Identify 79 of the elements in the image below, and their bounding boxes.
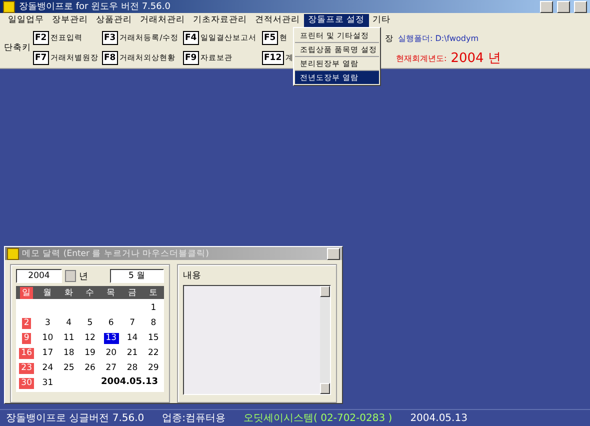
business-type: 업종:컴퓨터용 bbox=[162, 412, 226, 425]
calendar-day[interactable]: 24 bbox=[40, 362, 56, 374]
calendar-day[interactable]: 28 bbox=[124, 362, 140, 374]
calendar-day[interactable]: 3 bbox=[43, 318, 52, 328]
weekday-label: 목 bbox=[106, 286, 117, 298]
weekday-label: 금 bbox=[126, 286, 138, 298]
calendar-day[interactable]: 27 bbox=[104, 362, 119, 374]
calendar-day[interactable]: 31 bbox=[40, 378, 56, 388]
weekday-label: 토 bbox=[148, 286, 159, 298]
calendar-day[interactable]: 13 bbox=[104, 332, 119, 344]
company-contact: 오딧세이시스템( 02-702-0283 ) bbox=[244, 412, 392, 425]
fiscal-year: 2004 bbox=[450, 50, 484, 66]
version-text: 장돌뱅이프로 싱글버전 7.56.0 bbox=[6, 412, 144, 425]
shortcut-label: 단축키 bbox=[3, 42, 32, 54]
calendar-day[interactable]: 19 bbox=[82, 348, 98, 358]
function-key[interactable]: F7 bbox=[33, 51, 49, 65]
calendar-day[interactable]: 18 bbox=[61, 348, 76, 358]
calendar-day[interactable]: 17 bbox=[40, 348, 56, 358]
function-key[interactable]: F4 bbox=[183, 31, 199, 45]
calendar-day[interactable]: 10 bbox=[40, 332, 56, 344]
minimize-button[interactable] bbox=[540, 0, 553, 12]
calendar-day[interactable]: 5 bbox=[85, 318, 95, 328]
menu-item[interactable]: 장돌프로 설정 bbox=[304, 14, 369, 27]
calendar-day[interactable]: 26 bbox=[82, 362, 98, 374]
calendar-day[interactable]: 11 bbox=[61, 332, 76, 344]
function-key[interactable]: F9 bbox=[183, 51, 199, 65]
shortcut-text: 장 bbox=[385, 32, 393, 44]
calendar-day[interactable]: 16 bbox=[19, 348, 34, 358]
calendar-day[interactable]: 14 bbox=[124, 332, 140, 344]
calendar-day[interactable]: 30 bbox=[19, 378, 34, 388]
calendar-day[interactable]: 8 bbox=[148, 318, 158, 328]
calendar-day[interactable]: 6 bbox=[106, 318, 116, 328]
close-button[interactable] bbox=[574, 0, 587, 12]
year-unit: 년 bbox=[79, 270, 88, 282]
function-key[interactable]: F3 bbox=[102, 31, 118, 45]
status-date: 2004.05.13 bbox=[410, 412, 468, 424]
calendar-day[interactable]: 20 bbox=[104, 348, 119, 358]
calendar-day[interactable]: 2 bbox=[22, 318, 32, 328]
weekday-label: 일 bbox=[20, 286, 34, 298]
spin-button[interactable] bbox=[65, 270, 76, 282]
function-key[interactable]: F5 bbox=[262, 31, 278, 45]
menu-item[interactable]: 상품관리 bbox=[92, 14, 136, 27]
function-key[interactable]: F12 bbox=[262, 51, 284, 65]
content-label: 내용 bbox=[183, 270, 202, 282]
year-field[interactable]: 2004 bbox=[16, 269, 62, 283]
scrollbar[interactable] bbox=[320, 286, 330, 394]
selected-date: 2004.05.13 bbox=[101, 377, 158, 389]
calendar-day[interactable]: 4 bbox=[64, 318, 74, 328]
fiscal-year-label: 현재회계년도: bbox=[396, 52, 447, 64]
menu-item[interactable]: 기초자료관리 bbox=[189, 14, 251, 27]
menu-item[interactable]: 일일업무 bbox=[4, 14, 48, 27]
weekday-label: 화 bbox=[63, 286, 74, 298]
app-icon bbox=[3, 0, 15, 12]
calendar-day[interactable]: 25 bbox=[61, 362, 76, 374]
maximize-button[interactable] bbox=[557, 0, 570, 12]
weekday-label: 월 bbox=[42, 286, 54, 298]
folder-path: 실행폴더: D:\fwodym bbox=[398, 32, 479, 44]
calendar-day[interactable]: 23 bbox=[19, 362, 34, 374]
fiscal-year-unit: 년 bbox=[488, 50, 501, 67]
menu-item[interactable]: 장부관리 bbox=[48, 14, 92, 27]
function-key[interactable]: F2 bbox=[33, 31, 49, 45]
calendar-day[interactable]: 22 bbox=[146, 348, 161, 358]
calendar-day[interactable]: 29 bbox=[146, 362, 161, 374]
calendar-day[interactable]: 1 bbox=[148, 302, 158, 314]
month-select[interactable]: 5 월 bbox=[110, 269, 164, 283]
weekday-label: 수 bbox=[84, 286, 96, 298]
close-button[interactable] bbox=[327, 248, 340, 260]
menu-item[interactable]: 거래처관리 bbox=[136, 14, 189, 27]
calendar-day[interactable]: 7 bbox=[128, 318, 137, 328]
menu-item[interactable]: 견적서관리 bbox=[251, 14, 304, 27]
function-key[interactable]: F8 bbox=[102, 51, 118, 65]
menu-item[interactable]: 기타 bbox=[368, 14, 395, 27]
calendar-day[interactable]: 15 bbox=[146, 332, 161, 344]
calendar-day[interactable]: 21 bbox=[124, 348, 140, 358]
app-icon bbox=[7, 248, 19, 260]
window-title: 장돌뱅이프로 for 윈도우 버전 7.56.0 bbox=[19, 1, 172, 13]
calendar-day[interactable]: 12 bbox=[82, 332, 98, 344]
memo-title: 메모 달력 (Enter 를 누르거나 마우스더블클릭) bbox=[22, 248, 210, 260]
calendar-day[interactable]: 9 bbox=[22, 332, 32, 344]
